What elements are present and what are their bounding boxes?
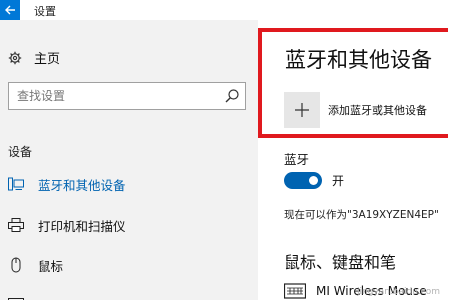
sidebar-item-printers[interactable]: 打印机和扫描仪 xyxy=(8,215,126,235)
sidebar-item-partial[interactable] xyxy=(8,292,24,300)
window-title: 设置 xyxy=(34,5,56,18)
search-icon[interactable] xyxy=(223,87,241,105)
back-button[interactable] xyxy=(0,0,20,20)
add-tile xyxy=(284,92,320,128)
sidebar-item-bluetooth-label: 蓝牙和其他设备 xyxy=(38,177,126,193)
mouse-keyboard-pen-heading: 鼠标、键盘和笔 xyxy=(284,253,397,272)
printer-icon xyxy=(8,218,24,232)
title-bar: 设置 xyxy=(0,0,450,20)
bluetooth-devices-icon xyxy=(8,177,24,191)
sidebar-item-bluetooth[interactable]: 蓝牙和其他设备 xyxy=(8,174,126,194)
bluetooth-toggle-state: 开 xyxy=(332,174,345,188)
bluetooth-toggle-row: 开 xyxy=(284,172,344,189)
add-device-label: 添加蓝牙或其他设备 xyxy=(328,104,427,117)
toggle-knob xyxy=(309,176,318,185)
watermark: jingyan.baidu.com xyxy=(356,287,440,297)
gear-icon xyxy=(8,51,22,64)
sidebar-item-printers-label: 打印机和扫描仪 xyxy=(38,218,126,234)
sidebar-item-mouse-label: 鼠标 xyxy=(38,258,64,274)
sidebar-item-home[interactable]: 主页 xyxy=(8,48,60,67)
page-title: 蓝牙和其他设备 xyxy=(285,48,432,72)
add-device-button[interactable]: 添加蓝牙或其他设备 xyxy=(284,92,427,128)
section-label-devices: 设备 xyxy=(8,145,33,159)
bluetooth-toggle[interactable] xyxy=(284,172,322,189)
bluetooth-heading: 蓝牙 xyxy=(284,152,310,167)
keyboard-icon xyxy=(284,283,306,299)
plus-icon xyxy=(295,103,309,117)
sidebar-item-mouse[interactable]: 鼠标 xyxy=(8,255,63,275)
mouse-icon xyxy=(11,257,21,273)
main-content: 蓝牙和其他设备 添加蓝牙或其他设备 蓝牙 开 现在可以作为"3A19XYZEN4… xyxy=(258,20,450,300)
sidebar-item-home-label: 主页 xyxy=(34,52,61,67)
search-input[interactable] xyxy=(9,83,227,109)
search-box xyxy=(8,82,246,110)
settings-window: 设置 主页 设备 蓝牙和其他设备 xyxy=(0,0,450,300)
back-arrow-icon xyxy=(5,5,15,15)
sidebar: 主页 设备 蓝牙和其他设备 打印机和扫描仪 xyxy=(0,20,258,300)
discoverable-status: 现在可以作为"3A19XYZEN4EP" xyxy=(284,209,439,221)
